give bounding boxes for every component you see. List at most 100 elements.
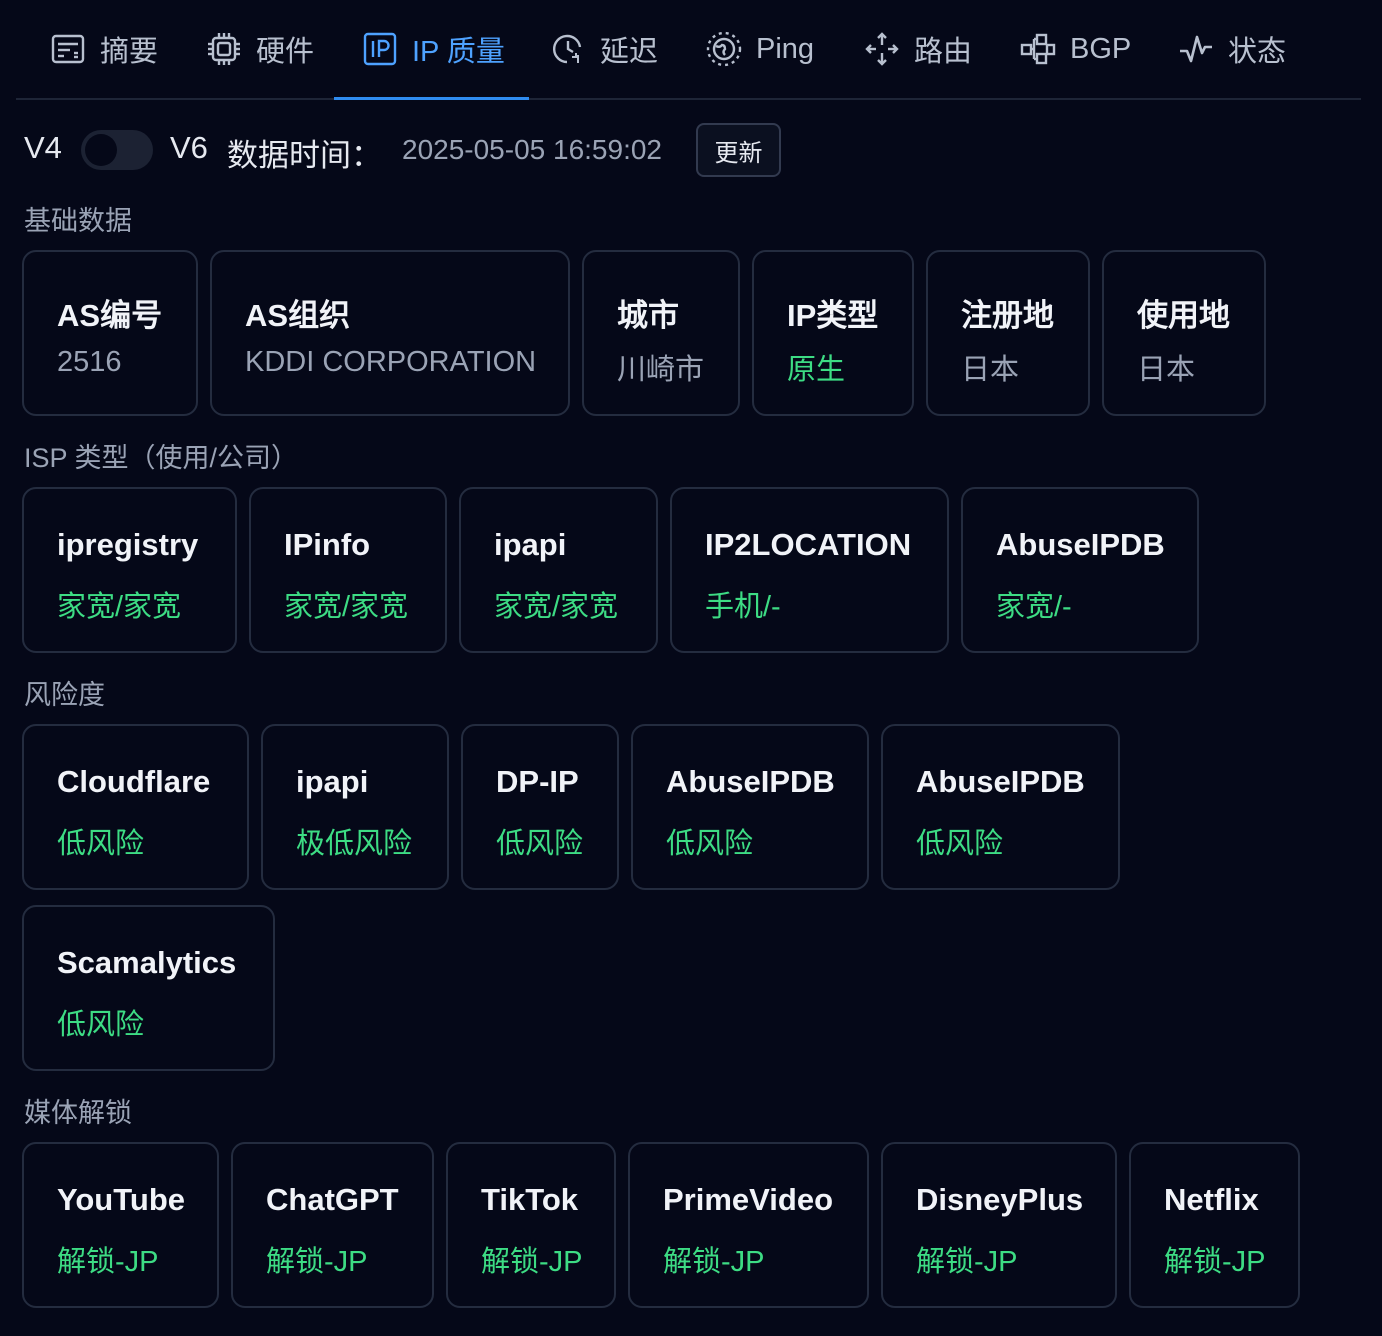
tab-route[interactable]: 路由 [864, 0, 972, 98]
card-value: 解锁-JP [663, 1246, 765, 1278]
card-isp-abuseipdb: AbuseIPDB 家宽/- [961, 487, 1199, 653]
card-title: ipapi [296, 764, 369, 799]
card-title: 注册地 [961, 298, 1054, 333]
card-value: 解锁-JP [1164, 1246, 1266, 1278]
card-value: 解锁-JP [266, 1246, 368, 1278]
card-title: IP2LOCATION [705, 527, 912, 562]
card-value: 低风险 [496, 828, 584, 860]
card-value: 手机/- [705, 591, 781, 623]
card-value: 解锁-JP [916, 1246, 1018, 1278]
tab-label: 硬件 [256, 36, 315, 68]
card-value: 解锁-JP [57, 1246, 159, 1278]
card-as-number: AS编号 2516 [22, 250, 198, 416]
tab-status[interactable]: 状态 [1178, 0, 1286, 98]
card-isp-ipinfo: IPinfo 家宽/家宽 [249, 487, 447, 653]
latency-clock-icon [550, 31, 586, 67]
card-value: KDDI CORPORATION [245, 346, 537, 378]
card-ip-type: IP类型 原生 [752, 250, 914, 416]
summary-icon [50, 31, 86, 67]
card-value: 解锁-JP [481, 1246, 583, 1278]
tab-summary[interactable]: 摘要 [50, 0, 158, 98]
tab-hardware[interactable]: 硬件 [206, 0, 314, 98]
card-city: 城市 川崎市 [582, 250, 740, 416]
card-value: 低风险 [57, 828, 145, 860]
card-risk-ipapi: ipapi 极低风险 [261, 724, 449, 890]
card-risk-abuseipdb: AbuseIPDB 低风险 [881, 724, 1120, 890]
section-title-media: 媒体解锁 [24, 1098, 132, 1128]
tab-latency[interactable]: 延迟 [550, 0, 658, 98]
card-value: 极低风险 [296, 828, 413, 860]
card-title: AS组织 [245, 298, 351, 333]
card-value: 低风险 [666, 828, 754, 860]
tab-label: 路由 [914, 36, 973, 68]
card-value: 日本 [961, 354, 1020, 386]
tab-label: 摘要 [100, 36, 159, 68]
tab-label: 状态 [1228, 36, 1287, 68]
card-value: 低风险 [916, 828, 1004, 860]
tab-bar: 摘要 硬件 IP 质量 延迟 Ping 路由 BGP 状态 [16, 0, 1361, 100]
globe-icon [706, 31, 742, 67]
card-value: 日本 [1137, 354, 1196, 386]
data-time-value: 2025-05-05 16:59:02 [402, 134, 662, 165]
v4-label: V4 [24, 130, 62, 165]
card-title: ipapi [494, 527, 567, 562]
route-icon [864, 31, 900, 67]
card-value: 家宽/家宽 [57, 591, 182, 623]
card-risk-dp-ip: DP-IP 低风险 [461, 724, 619, 890]
card-value: 家宽/- [996, 591, 1072, 623]
card-title: DisneyPlus [916, 1182, 1084, 1217]
section-title-isp: ISP 类型（使用/公司） [24, 443, 299, 473]
card-risk-scamalytics: Scamalytics 低风险 [22, 905, 275, 1071]
card-isp-ipapi: ipapi 家宽/家宽 [459, 487, 658, 653]
card-title: 使用地 [1137, 298, 1230, 333]
card-risk-abuseipdb: AbuseIPDB 低风险 [631, 724, 869, 890]
card-media-netflix: Netflix 解锁-JP [1129, 1142, 1300, 1308]
section-title-basic: 基础数据 [24, 206, 132, 236]
section-title-risk: 风险度 [24, 680, 105, 710]
card-media-disneyplus: DisneyPlus 解锁-JP [881, 1142, 1117, 1308]
toggle-knob [85, 134, 117, 166]
tab-ip-quality[interactable]: IP 质量 [334, 0, 529, 100]
card-value: 2516 [57, 346, 122, 378]
card-usage-region: 使用地 日本 [1102, 250, 1266, 416]
card-media-tiktok: TikTok 解锁-JP [446, 1142, 616, 1308]
card-title: Cloudflare [57, 764, 211, 799]
card-risk-cloudflare: Cloudflare 低风险 [22, 724, 249, 890]
activity-icon [1178, 31, 1214, 67]
card-title: Netflix [1164, 1182, 1259, 1217]
card-title: AbuseIPDB [666, 764, 835, 799]
card-title: PrimeVideo [663, 1182, 834, 1217]
ip-icon [362, 31, 398, 67]
card-title: 城市 [617, 298, 679, 333]
tab-label: IP 质量 [412, 36, 505, 68]
update-button[interactable]: 更新 [696, 123, 781, 177]
card-value: 家宽/家宽 [494, 591, 619, 623]
tab-label: Ping [756, 32, 815, 65]
card-title: YouTube [57, 1182, 185, 1217]
card-title: IPinfo [284, 527, 371, 562]
bgp-network-icon [1020, 31, 1056, 67]
card-value: 川崎市 [617, 354, 705, 386]
tab-bgp[interactable]: BGP [1020, 0, 1131, 98]
ip-version-toggle[interactable] [81, 130, 153, 170]
card-title: AS编号 [57, 298, 163, 333]
card-title: AbuseIPDB [916, 764, 1085, 799]
data-time-label: 数据时间： [227, 138, 382, 173]
tab-label: 延迟 [600, 36, 659, 68]
card-title: DP-IP [496, 764, 579, 799]
card-media-youtube: YouTube 解锁-JP [22, 1142, 219, 1308]
tab-label: BGP [1070, 32, 1132, 65]
card-registered-region: 注册地 日本 [926, 250, 1090, 416]
card-media-primevideo: PrimeVideo 解锁-JP [628, 1142, 869, 1308]
tab-ping[interactable]: Ping [706, 0, 814, 98]
card-title: AbuseIPDB [996, 527, 1165, 562]
card-value: 家宽/家宽 [284, 591, 409, 623]
card-title: Scamalytics [57, 945, 237, 980]
card-value: 低风险 [57, 1009, 145, 1041]
card-value: 原生 [787, 354, 846, 386]
card-title: ipregistry [57, 527, 199, 562]
card-title: ChatGPT [266, 1182, 399, 1217]
card-media-chatgpt: ChatGPT 解锁-JP [231, 1142, 434, 1308]
card-isp-ipregistry: ipregistry 家宽/家宽 [22, 487, 237, 653]
card-title: TikTok [481, 1182, 579, 1217]
